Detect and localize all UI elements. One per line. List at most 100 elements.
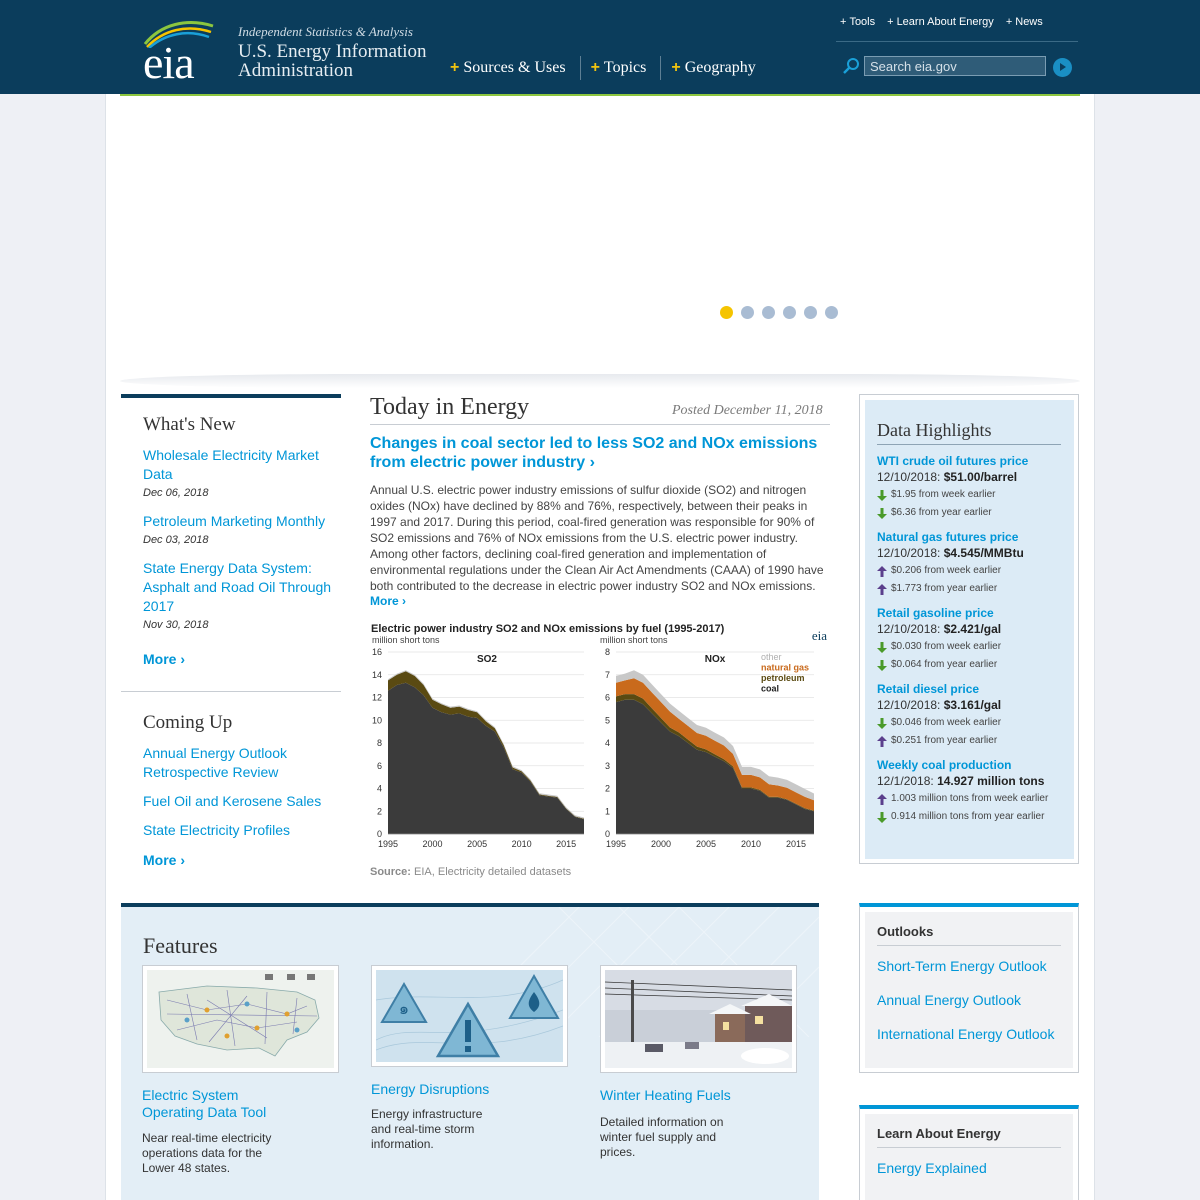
grid-map-image [147, 970, 334, 1068]
source-text: EIA, Electricity detailed datasets [414, 866, 572, 878]
eia-logo[interactable]: eia [143, 18, 215, 88]
feature-link[interactable]: Winter Heating Fuels [600, 1087, 800, 1104]
y-tick-label: 2 [605, 784, 610, 794]
arrow-down-icon [877, 489, 887, 501]
highlight-change-text: $0.046 from week earlier [891, 717, 1002, 728]
nav-sources-uses[interactable]: + Sources & Uses [440, 56, 581, 80]
highlight-value-line: 12/10/2018: $3.161/gal [877, 696, 1067, 714]
slider-dot[interactable] [825, 306, 838, 319]
highlight-date: 12/10/2018: [877, 470, 941, 484]
slider-dot[interactable] [762, 306, 775, 319]
highlight-change-text: 1.003 million tons from week earlier [891, 793, 1049, 804]
hazard-icons-image: ๑ [376, 970, 563, 1062]
outlooks-panel: Outlooks Short-Term Energy Outlook Annua… [859, 903, 1079, 1073]
y-tick-label: 8 [377, 738, 382, 748]
article-headline-link[interactable]: Changes in coal sector led to less SO2 a… [370, 434, 830, 472]
slider-dot[interactable] [741, 306, 754, 319]
arrow-up-icon [877, 735, 887, 747]
whats-new-link[interactable]: Wholesale Electricity Market Data [143, 446, 341, 484]
highlight-change-text: $1.95 from week earlier [891, 489, 996, 500]
y-tick-label: 2 [377, 806, 382, 816]
search-submit-button[interactable] [1053, 58, 1072, 77]
highlight-date: 12/10/2018: [877, 622, 941, 636]
whats-new-link[interactable]: Petroleum Marketing Monthly [143, 512, 341, 531]
arrow-down-icon [877, 811, 887, 823]
highlight-link[interactable]: Natural gas futures price [877, 530, 1067, 544]
highlight-change: $0.030 from week earlier [877, 638, 1067, 656]
y-tick-label: 10 [372, 715, 382, 725]
coming-up-link[interactable]: State Electricity Profiles [143, 821, 341, 840]
article-more-link[interactable]: More › [370, 594, 406, 608]
feature-thumbnail[interactable]: ๑ [371, 965, 568, 1067]
highlight-value: $51.00/barrel [943, 470, 1018, 484]
whats-new-title: What's New [143, 414, 236, 435]
slider-dot[interactable] [720, 306, 733, 319]
y-tick-label: 5 [605, 715, 610, 725]
y-tick-label: 14 [372, 670, 382, 680]
org-name[interactable]: U.S. Energy Information Administration [238, 42, 438, 80]
whats-new-more-link[interactable]: More › [143, 651, 341, 667]
y-tick-label: 8 [605, 647, 610, 657]
highlight-item: Natural gas futures price 12/10/2018: $4.… [877, 530, 1067, 598]
highlight-link[interactable]: WTI crude oil futures price [877, 454, 1067, 468]
whats-new-link[interactable]: State Energy Data System: Asphalt and Ro… [143, 559, 333, 616]
highlight-change-text: $0.030 from week earlier [891, 641, 1002, 652]
learn-panel: Learn About Energy Energy Explained [859, 1105, 1079, 1200]
today-in-energy-title: Today in Energy [370, 394, 530, 420]
arrow-down-icon [877, 717, 887, 729]
features-title: Features [143, 933, 218, 958]
coming-up-link[interactable]: Annual Energy Outlook Retrospective Revi… [143, 744, 313, 782]
util-label: News [1015, 16, 1043, 28]
search-input[interactable] [864, 56, 1046, 76]
outlook-link[interactable]: International Energy Outlook [877, 1026, 1061, 1042]
legend-label: petroleum [761, 673, 805, 683]
outlook-link[interactable]: Short-Term Energy Outlook [877, 958, 1061, 974]
coming-up-link[interactable]: Fuel Oil and Kerosene Sales [143, 792, 341, 811]
section-divider [121, 691, 341, 692]
highlight-link[interactable]: Retail diesel price [877, 682, 1067, 696]
x-tick-label: 1995 [606, 839, 626, 849]
learn-link[interactable]: Energy Explained [877, 1160, 1061, 1176]
x-tick-label: 1995 [378, 839, 398, 849]
util-tools[interactable]: + Tools [840, 16, 875, 28]
feature-link[interactable]: Energy Disruptions [371, 1081, 571, 1098]
emissions-chart[interactable]: Electric power industry SO2 and NOx emis… [368, 618, 830, 858]
legend-label: other [761, 652, 782, 662]
x-tick-label: 2010 [741, 839, 761, 849]
slider-dot[interactable] [804, 306, 817, 319]
highlight-change: $1.95 from week earlier [877, 486, 1067, 504]
x-tick-label: 2000 [423, 839, 443, 849]
feature-description: Energy infrastructure and real-time stor… [371, 1107, 483, 1151]
plus-icon: + [887, 16, 894, 28]
article-summary: Annual U.S. electric power industry emis… [370, 483, 824, 593]
arrow-down-icon [877, 507, 887, 519]
feature-link[interactable]: Electric System Operating Data Tool [142, 1087, 292, 1121]
us-grid-map-icon [147, 970, 334, 1068]
nav-geography[interactable]: + Geography [661, 56, 769, 80]
nav-topics[interactable]: + Topics [581, 56, 662, 80]
slider-dot[interactable] [783, 306, 796, 319]
y-tick-label: 12 [372, 693, 382, 703]
nav-label: Geography [684, 59, 756, 76]
highlight-change: 0.914 million tons from year earlier [877, 808, 1067, 826]
plus-icon: + [590, 59, 600, 76]
arrow-up-icon [877, 583, 887, 595]
y-tick-label: 6 [605, 693, 610, 703]
highlight-link[interactable]: Weekly coal production [877, 758, 1067, 772]
posted-date: Posted December 11, 2018 [672, 403, 823, 418]
outlook-link[interactable]: Annual Energy Outlook [877, 992, 1061, 1008]
learn-inner: Learn About Energy Energy Explained [865, 1114, 1073, 1200]
util-news[interactable]: + News [1006, 16, 1043, 28]
util-learn-about-energy[interactable]: + Learn About Energy [887, 16, 994, 28]
feature-thumbnail[interactable] [600, 965, 797, 1073]
y-tick-label: 4 [605, 738, 610, 748]
coming-up-more-link[interactable]: More › [143, 852, 341, 868]
whats-new-date: Dec 03, 2018 [143, 534, 209, 546]
highlight-change: $0.206 from week earlier [877, 562, 1067, 580]
highlight-link[interactable]: Retail gasoline price [877, 606, 1067, 620]
highlight-item: WTI crude oil futures price 12/10/2018: $… [877, 454, 1067, 522]
panel-label: SO2 [477, 654, 497, 665]
feature-thumbnail[interactable] [142, 965, 339, 1073]
whats-new-date: Nov 30, 2018 [143, 619, 209, 631]
highlight-date: 12/1/2018: [877, 774, 934, 788]
